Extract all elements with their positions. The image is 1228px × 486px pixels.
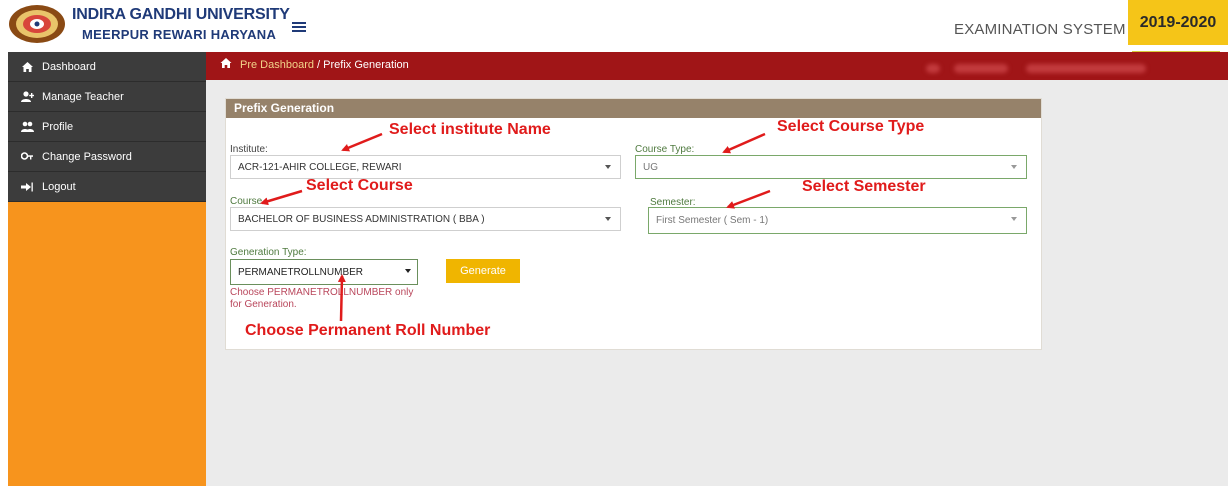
arrow-semester: [726, 189, 771, 209]
arrow-course-type: [722, 132, 766, 154]
annotation-course: Select Course: [306, 177, 413, 194]
arrow-institute: [341, 132, 383, 152]
annotation-arrows: [260, 132, 771, 322]
annotation-institute: Select institute Name: [389, 121, 551, 138]
annotation-generation: Choose Permanent Roll Number: [245, 322, 491, 339]
annotation-course-type: Select Course Type: [777, 118, 925, 135]
annotation-semester: Select Semester: [802, 178, 926, 195]
arrow-generation: [337, 274, 346, 322]
arrow-course: [260, 189, 303, 206]
